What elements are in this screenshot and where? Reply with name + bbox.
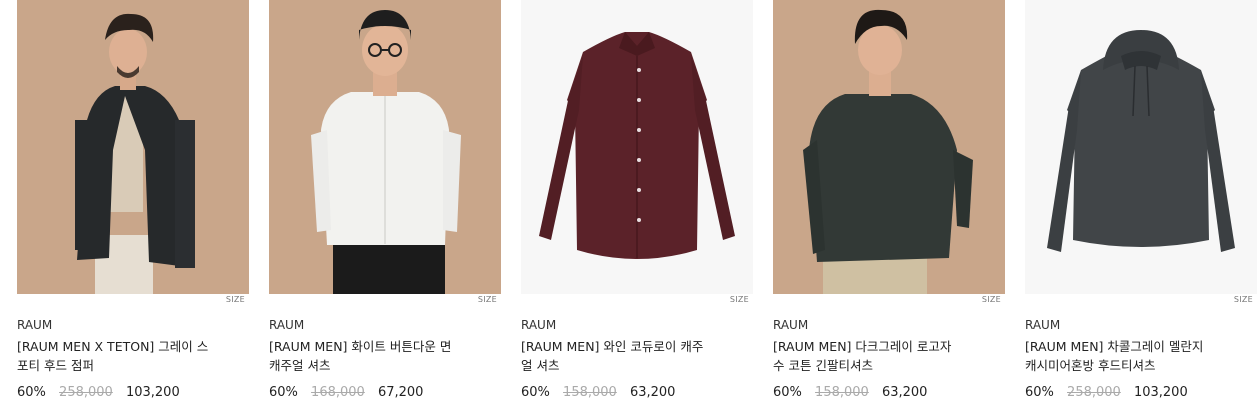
product-brand: RAUM <box>773 318 809 332</box>
size-label: SIZE <box>477 295 497 304</box>
product-name-line: [RAUM MEN X TETON] 그레이 스 <box>17 339 209 354</box>
product-image[interactable] <box>269 0 501 294</box>
product-brand: RAUM <box>1025 318 1061 332</box>
original-price: 168,000 <box>311 385 365 400</box>
discount-rate: 60% <box>1025 385 1054 400</box>
product-image[interactable] <box>521 0 753 294</box>
product-name[interactable]: [RAUM MEN] 다크그레이 로고자 수 코튼 긴팔티셔츠 <box>773 337 993 375</box>
size-label: SIZE <box>225 295 245 304</box>
product-name[interactable]: [RAUM MEN X TETON] 그레이 스 포티 후드 점퍼 <box>17 337 237 375</box>
product-name-line: [RAUM MEN] 다크그레이 로고자 <box>773 339 952 354</box>
product-name-line: 수 코튼 긴팔티셔츠 <box>773 358 873 373</box>
product-name-line: 캐주얼 셔츠 <box>269 358 331 373</box>
original-price: 258,000 <box>1067 385 1121 400</box>
product-name-line: [RAUM MEN] 와인 코듀로이 캐주 <box>521 339 704 354</box>
product-name-line: 얼 셔츠 <box>521 358 560 373</box>
sale-price: 63,200 <box>629 385 676 400</box>
product-image[interactable] <box>17 0 249 294</box>
product-name-line: 캐시미어혼방 후드티셔츠 <box>1025 358 1156 373</box>
price-row: 60% 258,000 103,200 <box>17 385 180 400</box>
sale-price: 103,200 <box>125 385 180 400</box>
product-name-line: [RAUM MEN] 화이트 버튼다운 면 <box>269 339 452 354</box>
product-image[interactable] <box>773 0 1005 294</box>
discount-rate: 60% <box>773 385 802 400</box>
size-label: SIZE <box>1233 295 1253 304</box>
product-card[interactable]: SIZE RAUM [RAUM MEN X TETON] 그레이 스 포티 후드… <box>17 0 249 413</box>
product-brand: RAUM <box>269 318 305 332</box>
size-label: SIZE <box>729 295 749 304</box>
sale-price: 63,200 <box>881 385 928 400</box>
price-row: 60% 158,000 63,200 <box>773 385 927 400</box>
size-label: SIZE <box>981 295 1001 304</box>
product-name-line: [RAUM MEN] 차콜그레이 멜란지 <box>1025 339 1204 354</box>
product-brand: RAUM <box>521 318 557 332</box>
discount-rate: 60% <box>269 385 298 400</box>
product-card[interactable]: SIZE RAUM [RAUM MEN] 화이트 버튼다운 면 캐주얼 셔츠 6… <box>269 0 501 413</box>
original-price: 158,000 <box>815 385 869 400</box>
discount-rate: 60% <box>17 385 46 400</box>
price-row: 60% 158,000 63,200 <box>521 385 675 400</box>
product-card[interactable]: SIZE RAUM [RAUM MEN] 와인 코듀로이 캐주 얼 셔츠 60%… <box>521 0 753 413</box>
product-name[interactable]: [RAUM MEN] 화이트 버튼다운 면 캐주얼 셔츠 <box>269 337 489 375</box>
price-row: 60% 168,000 67,200 <box>269 385 423 400</box>
price-row: 60% 258,000 103,200 <box>1025 385 1188 400</box>
sale-price: 67,200 <box>377 385 424 400</box>
original-price: 258,000 <box>59 385 113 400</box>
sale-price: 103,200 <box>1133 385 1188 400</box>
product-name[interactable]: [RAUM MEN] 차콜그레이 멜란지 캐시미어혼방 후드티셔츠 <box>1025 337 1245 375</box>
product-card[interactable]: SIZE RAUM [RAUM MEN] 차콜그레이 멜란지 캐시미어혼방 후드… <box>1025 0 1257 413</box>
discount-rate: 60% <box>521 385 550 400</box>
product-name-line: 포티 후드 점퍼 <box>17 358 94 373</box>
product-card[interactable]: SIZE RAUM [RAUM MEN] 다크그레이 로고자 수 코튼 긴팔티셔… <box>773 0 1005 413</box>
product-brand: RAUM <box>17 318 53 332</box>
original-price: 158,000 <box>563 385 617 400</box>
product-name[interactable]: [RAUM MEN] 와인 코듀로이 캐주 얼 셔츠 <box>521 337 741 375</box>
product-image[interactable] <box>1025 0 1257 294</box>
